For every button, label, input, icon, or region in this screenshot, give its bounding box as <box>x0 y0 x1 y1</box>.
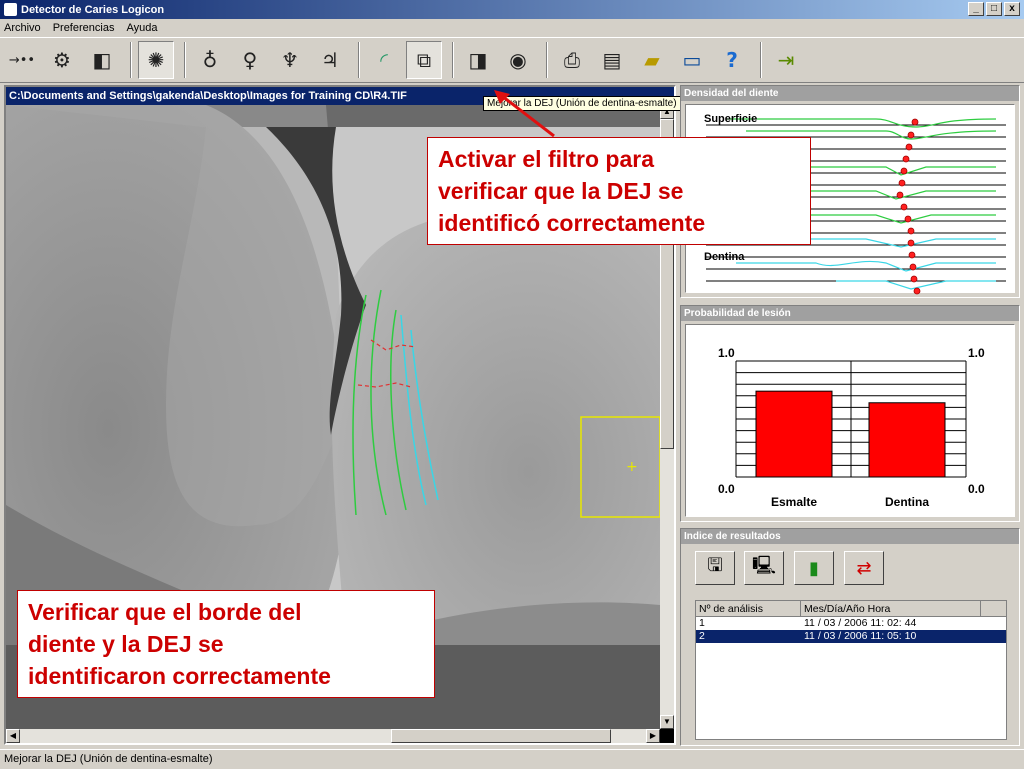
menu-preferencias[interactable]: Preferencias <box>53 22 115 34</box>
density-title: Densidad del diente <box>681 86 1019 101</box>
clipboard-icon[interactable]: ▤ <box>594 41 630 79</box>
contrast-icon[interactable]: ◨ <box>460 41 496 79</box>
callout-top-line: identificó correctamente <box>438 210 706 236</box>
density-label-top: Superficie <box>704 113 757 125</box>
callout-arrow <box>494 90 555 138</box>
row-number: 2 <box>699 630 705 642</box>
callout-top: Activar el filtro para verificar que la … <box>427 137 811 245</box>
tooth-2-icon[interactable]: ♀ <box>232 41 268 79</box>
window-title: Detector de Caries Logicon <box>21 3 165 16</box>
exit-icon[interactable]: ⇥ <box>768 41 804 79</box>
column-header-numero[interactable]: Nº de análisis <box>696 601 801 616</box>
scroll-down-button[interactable]: ▼ <box>660 715 674 729</box>
callout-bottom-line: diente y la DEJ se <box>28 631 224 657</box>
minimize-button[interactable]: _ <box>968 2 984 16</box>
bar-esmalte <box>755 390 833 478</box>
row-date: 11 / 03 / 2006 11: 05: 10 <box>804 630 917 642</box>
ytick-max-right: 1.0 <box>968 346 985 360</box>
ytick-max-left: 1.0 <box>718 346 735 360</box>
folder-export-icon[interactable]: ▰ <box>634 41 670 79</box>
maximize-button[interactable]: □ <box>986 2 1002 16</box>
row-date: 11 / 03 / 2006 11: 02: 44 <box>804 617 917 629</box>
dej-enhance-icon[interactable]: ⧉ <box>406 41 442 79</box>
callout-bottom: Verificar que el borde del diente y la D… <box>17 590 435 698</box>
arrows-icon[interactable]: →•• <box>4 41 40 79</box>
app-logo-icon <box>4 3 17 16</box>
monitor-export-icon[interactable]: ▭ <box>674 41 710 79</box>
row-number: 1 <box>699 617 705 629</box>
transfer-arrows-icon: ⇄ <box>856 557 872 579</box>
svg-text:+: + <box>626 459 638 475</box>
column-header-fecha[interactable]: Mes/Día/Año Hora <box>801 601 981 616</box>
tooth-1-icon[interactable]: ♁ <box>192 41 228 79</box>
tooth-4-icon[interactable]: ♃ <box>312 41 348 79</box>
save-result-button[interactable]: 🖫 <box>695 551 735 585</box>
close-button[interactable]: x <box>1004 2 1020 16</box>
menu-bar: Archivo Preferencias Ayuda <box>0 19 1024 37</box>
scroll-left-button[interactable]: ◀ <box>6 729 20 743</box>
delete-result-button[interactable]: ▮ <box>794 551 834 585</box>
compare-icon[interactable]: ◧ <box>84 41 120 79</box>
callout-bottom-line: Verificar que el borde del <box>28 599 302 625</box>
tooth-3-icon[interactable]: ♆ <box>272 41 308 79</box>
probability-chart-area: 1.0 1.0 0.0 0.0 Esmalte Dentina <box>685 324 1015 517</box>
ytick-min-right: 0.0 <box>968 482 985 496</box>
density-label-bottom: Dentina <box>704 251 745 263</box>
dej-filter-icon[interactable]: ◜ <box>366 41 402 79</box>
help-icon[interactable]: ? <box>714 41 750 79</box>
ytick-min-left: 0.0 <box>718 482 735 496</box>
xtick-dentina: Dentina <box>885 495 929 509</box>
callout-top-line: Activar el filtro para <box>438 146 655 172</box>
results-table: Nº de análisis Mes/Día/Año Hora 1 11 / 0… <box>695 600 1007 740</box>
enhance-icon[interactable]: ✺ <box>138 41 174 79</box>
probability-panel: Probabilidad de lesión 1.0 1.0 0.0 0.0 E… <box>680 305 1020 522</box>
xtick-esmalte: Esmalte <box>771 495 817 509</box>
results-title: Indice de resultados <box>681 529 1019 544</box>
callout-top-line: verificar que la DEJ se <box>438 178 684 204</box>
menu-archivo[interactable]: Archivo <box>4 22 41 34</box>
computer-save-icon: 🖫 <box>707 555 723 576</box>
results-panel: Indice de resultados 🖫 🖳 ▮ ⇄ Nº de análi… <box>680 528 1020 746</box>
probability-chart: 1.0 1.0 0.0 0.0 Esmalte Dentina <box>718 346 985 509</box>
menu-ayuda[interactable]: Ayuda <box>126 22 157 34</box>
computer-load-icon: 🖳 <box>751 555 776 576</box>
printer-icon[interactable]: ⎙ <box>554 41 590 79</box>
callout-bottom-line: identificaron correctamente <box>28 663 331 689</box>
horizontal-scroll-thumb[interactable] <box>391 729 611 743</box>
horizontal-scrollbar[interactable]: ◀ ▶ <box>6 729 660 743</box>
transfer-result-button[interactable]: ⇄ <box>844 551 884 585</box>
scroll-right-button[interactable]: ▶ <box>646 729 660 743</box>
zoom-eye-icon[interactable]: ◉ <box>500 41 536 79</box>
table-row[interactable]: 1 11 / 03 / 2006 11: 02: 44 <box>696 617 1006 630</box>
toolbar: →•• ⚙ ◧ ✺ ♁ ♀ ♆ ♃ ◜ ⧉ ◨ ◉ ⎙ ▤ ▰ ▭ ? ⇥ <box>0 37 1024 83</box>
bar-dentina <box>868 402 946 478</box>
status-bar: Mejorar la DEJ (Unión de dentina-esmalte… <box>0 749 1024 768</box>
results-table-header: Nº de análisis Mes/Día/Año Hora <box>696 601 1006 617</box>
title-bar: Detector de Caries Logicon _ □ x <box>0 0 1024 19</box>
tooth-probe-icon[interactable]: ⚙ <box>44 41 80 79</box>
probability-title: Probabilidad de lesión <box>681 306 1019 321</box>
trash-icon: ▮ <box>809 557 819 579</box>
table-row-selected[interactable]: 2 11 / 03 / 2006 11: 05: 10 <box>696 630 1006 643</box>
load-result-button[interactable]: 🖳 <box>744 551 784 585</box>
